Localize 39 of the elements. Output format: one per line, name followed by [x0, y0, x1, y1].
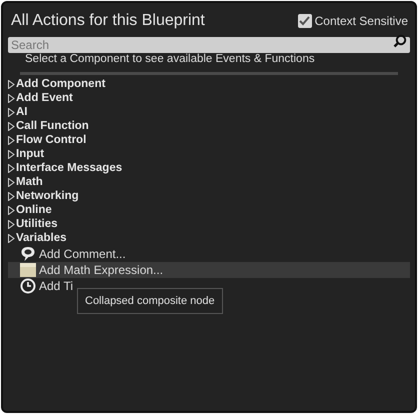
collapsed-arrow-icon[interactable]	[8, 122, 15, 130]
collapsed-arrow-icon[interactable]	[8, 136, 15, 144]
collapsed-arrow-icon[interactable]	[8, 178, 15, 186]
action-item[interactable]: Add Comment...	[39, 246, 126, 262]
node-icon	[20, 263, 36, 277]
tree-item[interactable]: Call Function	[8, 119, 410, 133]
collapsed-arrow-icon[interactable]	[8, 164, 15, 172]
check-icon	[299, 16, 310, 26]
checkbox[interactable]	[298, 14, 312, 28]
tree-item[interactable]: Math	[8, 175, 410, 189]
search-field[interactable]: Search	[8, 37, 410, 53]
search-icon[interactable]	[393, 34, 407, 48]
tree-item[interactable]: Input	[8, 147, 410, 161]
action-item[interactable]: Add Ti	[39, 278, 74, 294]
window-title: All Actions for this Blueprint	[11, 11, 205, 31]
tree-item[interactable]: Interface Messages	[8, 161, 410, 175]
tooltip: Collapsed composite node	[77, 288, 223, 314]
tree-item[interactable]: Add Component	[8, 77, 410, 91]
tree-item[interactable]: Flow Control	[8, 133, 410, 147]
speech-bubble-icon	[20, 246, 36, 262]
collapsed-arrow-icon[interactable]	[8, 206, 15, 214]
tree-item[interactable]: Utilities	[8, 217, 410, 231]
collapsed-arrow-icon[interactable]	[8, 220, 15, 228]
tree-item[interactable]: Online	[8, 203, 410, 217]
collapsed-arrow-icon[interactable]	[8, 192, 15, 200]
collapsed-arrow-icon[interactable]	[8, 108, 15, 116]
action-item[interactable]: Add Math Expression...	[8, 262, 410, 278]
tree-item[interactable]: Networking	[8, 189, 410, 203]
collapsed-arrow-icon[interactable]	[8, 234, 15, 242]
hint-text: Select a Component to see available Events & Functions	[25, 52, 316, 67]
tree-item[interactable]: AI	[8, 105, 410, 119]
clock-icon	[20, 278, 36, 294]
checkbox-label: Context Sensitive	[314, 13, 408, 30]
collapsed-arrow-icon[interactable]	[8, 94, 15, 102]
collapsed-arrow-icon[interactable]	[8, 80, 15, 88]
context-sensitive-checkbox[interactable]: Context Sensitive	[298, 12, 408, 30]
collapsed-arrow-icon[interactable]	[8, 150, 15, 158]
tree-item[interactable]: Variables	[8, 231, 410, 245]
tree-item[interactable]: Add Event	[8, 91, 410, 105]
